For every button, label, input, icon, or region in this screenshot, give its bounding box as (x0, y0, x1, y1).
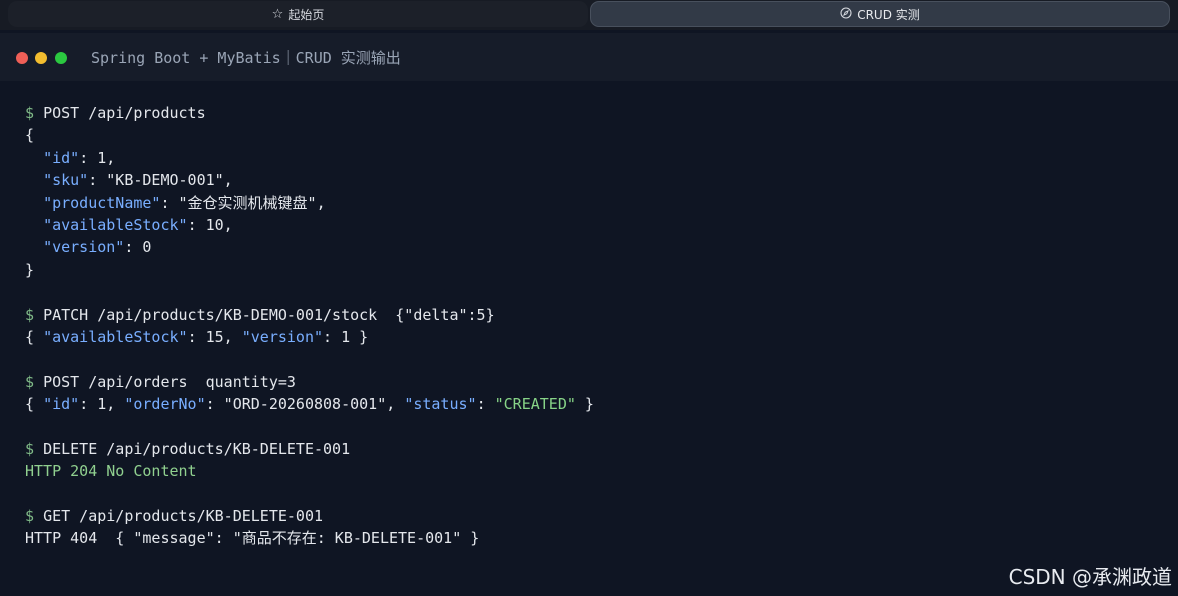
json-brace: { (25, 395, 44, 414)
output-line: "productName": "金仓实测机械键盘", (25, 192, 1155, 214)
json-key: "availableStock" (43, 215, 188, 234)
tab-label: 起始页 (288, 7, 325, 22)
output-line: "id": 1, (25, 147, 1155, 169)
output-line: } (25, 260, 35, 279)
json-value: : "ORD-20260808-001", (205, 395, 405, 414)
watermark-text: CSDN @承渊政道 (1008, 565, 1172, 589)
http-error-line: HTTP 404 { "message": "商品不存在: KB-DELETE-… (25, 529, 480, 548)
json-brace: } (575, 395, 594, 414)
json-value: : 1, (79, 395, 125, 414)
json-key: "version" (43, 238, 125, 257)
json-key: "version" (241, 327, 324, 346)
json-value: : "金仓实测机械键盘", (160, 193, 326, 212)
output-line: { (25, 126, 35, 145)
prompt-symbol: $ (25, 507, 35, 526)
http-status-line: HTTP 204 No Content (25, 462, 197, 481)
json-value: : 10, (187, 215, 233, 234)
close-window-button[interactable] (16, 52, 28, 64)
tab-crud-test[interactable]: CRUD 实测 (590, 1, 1170, 27)
star-icon: ☆ (271, 6, 284, 22)
json-value: : 1, (79, 148, 116, 167)
tab-start-page[interactable]: ☆ 起始页 (8, 1, 588, 27)
command-line: $ POST /api/products (25, 102, 1155, 124)
command-text: POST /api/products (43, 104, 206, 122)
output-line: "availableStock": 10, (25, 214, 1155, 236)
json-brace: { (25, 327, 44, 346)
command-line: $ GET /api/products/KB-DELETE-001 (25, 505, 1155, 527)
command-line: $ PATCH /api/products/KB-DEMO-001/stock … (25, 304, 1155, 326)
prompt-symbol: $ (25, 439, 35, 458)
json-key: "status" (404, 395, 477, 414)
json-value: : 15, (187, 327, 242, 346)
command-text: DELETE /api/products/KB-DELETE-001 (43, 439, 351, 458)
output-line: "version": 0 (25, 236, 1155, 258)
output-line: "sku": "KB-DEMO-001", (25, 169, 1155, 191)
json-key: "sku" (43, 171, 89, 190)
command-text: PATCH /api/products/KB-DEMO-001/stock {"… (43, 305, 495, 324)
minimize-window-button[interactable] (35, 52, 47, 64)
json-value: : "KB-DEMO-001", (88, 171, 233, 190)
json-key: "id" (43, 148, 80, 167)
output-line: { "availableStock": 15, "version": 1 } (25, 326, 1155, 348)
json-key: "id" (43, 395, 80, 414)
json-key: "availableStock" (43, 327, 188, 346)
window-title: Spring Boot + MyBatis｜CRUD 实测输出 (91, 49, 401, 67)
json-key: "orderNo" (124, 395, 206, 414)
output-line: { "id": 1, "orderNo": "ORD-20260808-001"… (25, 393, 1155, 415)
command-line: $ DELETE /api/products/KB-DELETE-001 (25, 438, 1155, 460)
command-line: $ POST /api/orders quantity=3 (25, 371, 1155, 393)
prompt-symbol: $ (25, 372, 35, 391)
status-value: "CREATED" (494, 395, 576, 414)
compass-icon (840, 6, 852, 22)
json-value: : 1 } (323, 327, 369, 346)
browser-tab-bar: ☆ 起始页 CRUD 实测 (0, 0, 1178, 30)
json-key: "productName" (43, 193, 161, 212)
command-text: POST /api/orders quantity=3 (43, 372, 296, 391)
json-value: : 0 (124, 238, 152, 257)
zoom-window-button[interactable] (55, 52, 67, 64)
terminal-output: $ POST /api/products { "id": 1, "sku": "… (25, 102, 1155, 550)
prompt-symbol: $ (25, 305, 35, 324)
command-text: GET /api/products/KB-DELETE-001 (43, 507, 324, 526)
json-value: : (476, 395, 495, 414)
tab-label: CRUD 实测 (857, 7, 920, 22)
prompt-symbol: $ (25, 104, 35, 122)
